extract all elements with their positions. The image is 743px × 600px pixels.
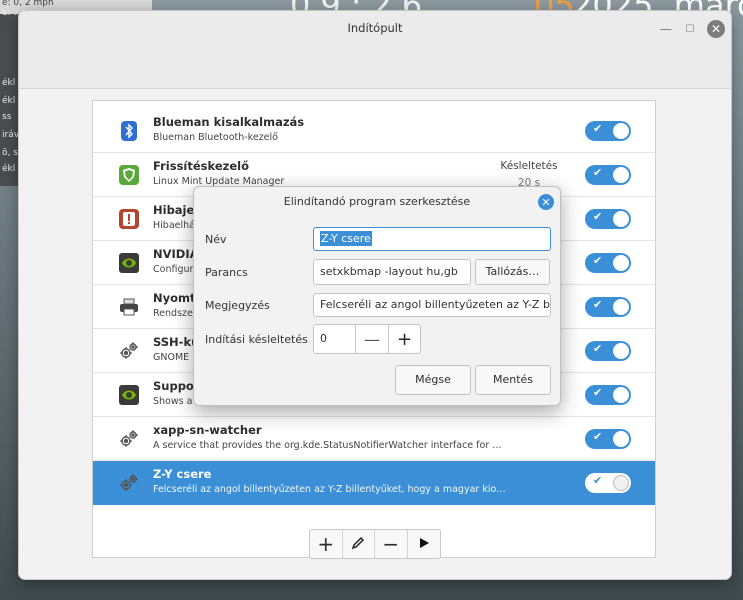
enable-toggle[interactable]: ✔ [585,253,631,273]
pencil-icon [351,536,365,553]
command-label: Parancs [205,266,248,279]
startup-delay-label: Indítási késleltetés [205,333,308,346]
browse-button[interactable]: Tallózás… [475,259,550,285]
checkmark-icon: ✔ [593,474,603,487]
shield-icon [119,165,139,185]
startup-app-description: Blueman Bluetooth-kezelő [153,132,278,143]
remove-icon: − [382,532,400,556]
startup-delay-input[interactable]: 0 [314,325,356,353]
add-button[interactable]: + [310,530,343,558]
edit-startup-program-dialog: Elindítandó program szerkesztése ✕ Név Z… [193,186,561,406]
gears-icon [119,341,139,361]
desktop-text-line: ékl [2,78,16,88]
gears-icon [119,429,139,449]
desktop-text-line: ékl [2,96,16,106]
startup-app-name: Blueman kisalkalmazás [153,115,305,129]
bluetooth-icon [119,121,139,141]
startup-app-description: A service that provides the org.kde.Stat… [153,440,502,451]
startup-delay-caption: Késleltetés [500,160,558,172]
checkmark-icon: ✔ [593,166,603,179]
startup-app-name: Frissítéskezelő [153,159,249,173]
decrement-button[interactable]: — [356,325,388,353]
checkmark-icon: ✔ [593,386,603,399]
desktop-text-line: ékl [2,164,16,174]
dialog-close-button[interactable]: ✕ [538,194,554,210]
checkmark-icon: ✔ [593,298,603,311]
save-button[interactable]: Mentés [475,365,551,395]
minimize-button[interactable]: — [657,20,675,38]
printer-icon [119,297,139,317]
enable-toggle[interactable]: ✔ [585,297,631,317]
toggle-knob [613,475,629,491]
startup-app-description: Hibaelhá [153,220,195,231]
startup-app-description: Felcseréli az angol billentyűzeten az Y-… [153,484,506,495]
warning-icon [119,209,139,229]
startup-app-row[interactable]: Z-Y csere Felcseréli az angol billentyűze… [93,461,655,505]
name-field[interactable]: Z-Y csere [313,227,551,251]
window-titlebar[interactable]: Indítópult — ☐ ✕ [19,11,731,89]
enable-toggle[interactable]: ✔ [585,209,631,229]
enable-toggle[interactable]: ✔ [585,121,631,141]
enable-toggle[interactable]: ✔ [585,473,631,493]
toggle-knob [613,123,629,139]
name-field-value: Z-Y csere [320,231,372,246]
run-now-button[interactable] [408,530,440,558]
window-title: Indítópult [347,21,403,35]
cancel-button[interactable]: Mégse [395,365,471,395]
command-field[interactable]: setxkbmap -layout hu,gb [313,259,471,285]
gears-icon [119,473,139,493]
startup-app-name: Hibajel [153,203,199,217]
nvidia-icon [119,385,139,405]
name-label: Név [205,233,227,246]
checkmark-icon: ✔ [593,122,603,135]
window-close-button[interactable]: ✕ [707,20,725,38]
startup-delay-spinner: 0 — + [313,324,421,354]
startup-app-name: xapp-sn-watcher [153,423,262,437]
toggle-knob [613,211,629,227]
startup-app-row[interactable]: Blueman kisalkalmazás Blueman Bluetooth-k… [93,109,655,153]
increment-button[interactable]: + [388,325,420,353]
startup-app-description: GNOME K [153,352,199,363]
startup-app-name: NVIDIA [153,247,199,261]
checkmark-icon: ✔ [593,342,603,355]
checkmark-icon: ✔ [593,254,603,267]
maximize-button[interactable]: ☐ [681,20,699,38]
startup-app-name: Z-Y csere [153,467,212,481]
startup-app-description: Rendszer [153,308,197,319]
toggle-knob [613,431,629,447]
list-toolbar: + − [309,529,441,559]
checkmark-icon: ✔ [593,210,603,223]
toggle-knob [613,299,629,315]
checkmark-icon: ✔ [593,430,603,443]
nvidia-icon [119,253,139,273]
toggle-knob [613,255,629,271]
dialog-title: Elindítandó program szerkesztése [283,195,471,208]
comment-field[interactable]: Felcseréli az angol billentyűzeten az Y-… [313,293,551,317]
enable-toggle[interactable]: ✔ [585,385,631,405]
startup-app-row[interactable]: xapp-sn-watcher A service that provides t… [93,417,655,461]
play-icon [418,537,430,552]
edit-button[interactable] [343,530,375,558]
desktop-text-line: iráv [2,130,20,140]
toggle-knob [613,387,629,403]
add-icon: + [317,532,335,556]
weather-line-1: e: 0, 2 mph [2,0,54,8]
enable-toggle[interactable]: ✔ [585,429,631,449]
startup-app-description: Shows a [153,396,193,407]
desktop-text-line: ss [2,112,12,122]
comment-label: Megjegyzés [205,299,270,312]
toggle-knob [613,343,629,359]
enable-toggle[interactable]: ✔ [585,341,631,361]
remove-button[interactable]: − [375,530,408,558]
toggle-knob [613,167,629,183]
enable-toggle[interactable]: ✔ [585,165,631,185]
